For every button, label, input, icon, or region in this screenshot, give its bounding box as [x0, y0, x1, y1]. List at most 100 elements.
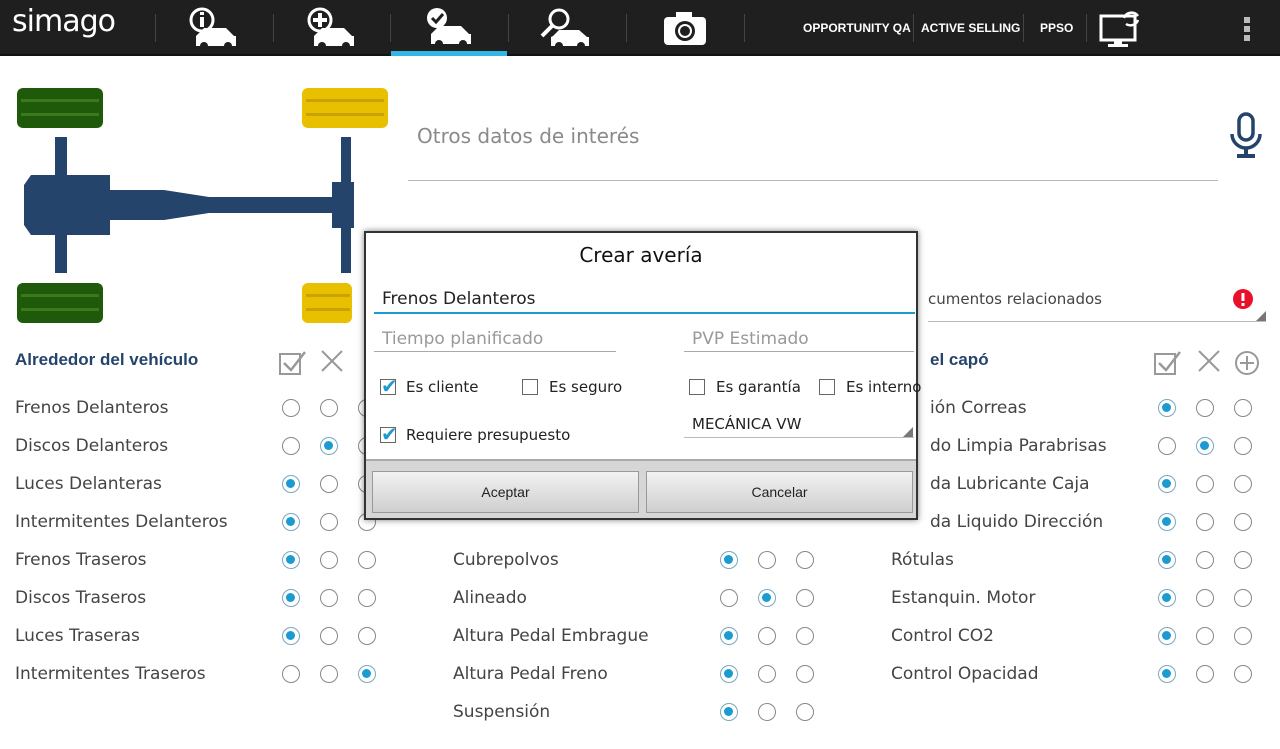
status-ko-radio[interactable] — [320, 437, 338, 455]
overflow-menu-button[interactable] — [1240, 16, 1254, 46]
tire-rear-right[interactable] — [302, 283, 352, 323]
mark-all-ko-button[interactable] — [1197, 350, 1221, 376]
status-ko-radio[interactable] — [1196, 551, 1214, 569]
checklist-item-label: Frenos Delanteros — [15, 398, 169, 418]
add-item-button[interactable] — [1234, 350, 1260, 380]
status-ko-radio[interactable] — [758, 665, 776, 683]
status-ok-radio[interactable] — [282, 589, 300, 607]
requiere-presupuesto-label: Requiere presupuesto — [406, 426, 571, 444]
status-ko-radio[interactable] — [1196, 475, 1214, 493]
status-ok-radio[interactable] — [1158, 551, 1176, 569]
status-ok-radio[interactable] — [282, 437, 300, 455]
tab-vehicle-check[interactable] — [391, 0, 507, 56]
status-na-radio[interactable] — [1234, 627, 1252, 645]
mark-all-ok-button[interactable] — [279, 350, 307, 380]
status-na-radio[interactable] — [358, 589, 376, 607]
status-na-radio[interactable] — [796, 665, 814, 683]
status-ko-radio[interactable] — [320, 475, 338, 493]
tab-vehicle-search[interactable] — [509, 0, 625, 56]
workshop-select[interactable]: MECÁNICA VW — [692, 415, 801, 433]
status-na-radio[interactable] — [358, 627, 376, 645]
status-ok-radio[interactable] — [1158, 437, 1176, 455]
top-bar: simago OPPORTUNITY QA ACTIVE SELLING PPS… — [0, 0, 1280, 56]
status-ko-radio[interactable] — [320, 589, 338, 607]
status-ko-radio[interactable] — [320, 551, 338, 569]
fault-name-input[interactable]: Frenos Delanteros — [382, 289, 536, 309]
status-ok-radio[interactable] — [282, 399, 300, 417]
status-ko-radio[interactable] — [1196, 513, 1214, 531]
status-ko-radio[interactable] — [1196, 627, 1214, 645]
status-ok-radio[interactable] — [1158, 399, 1176, 417]
status-ko-radio[interactable] — [758, 627, 776, 645]
related-docs-field[interactable]: cumentos relacionados — [928, 290, 1102, 308]
notes-field[interactable]: Otros datos de interés — [417, 124, 639, 148]
status-ko-radio[interactable] — [320, 513, 338, 531]
status-na-radio[interactable] — [796, 551, 814, 569]
status-ok-radio[interactable] — [282, 665, 300, 683]
status-na-radio[interactable] — [1234, 475, 1252, 493]
accept-button[interactable]: Aceptar — [372, 471, 639, 513]
link-ppso[interactable]: PPSO — [1040, 0, 1073, 56]
status-ok-radio[interactable] — [1158, 627, 1176, 645]
status-na-radio[interactable] — [1234, 589, 1252, 607]
status-ok-radio[interactable] — [720, 551, 738, 569]
status-na-radio[interactable] — [358, 665, 376, 683]
status-na-radio[interactable] — [1234, 399, 1252, 417]
status-ko-radio[interactable] — [320, 399, 338, 417]
status-ok-radio[interactable] — [282, 627, 300, 645]
es-interno-checkbox[interactable] — [819, 379, 835, 395]
status-na-radio[interactable] — [358, 551, 376, 569]
planned-time-input[interactable]: Tiempo planificado — [382, 329, 543, 349]
requiere-presupuesto-checkbox[interactable] — [380, 422, 398, 446]
tire-rear-left[interactable] — [17, 283, 103, 323]
status-ok-radio[interactable] — [1158, 475, 1176, 493]
es-seguro-checkbox[interactable] — [522, 379, 538, 395]
status-ok-radio[interactable] — [1158, 589, 1176, 607]
tab-vehicle-add[interactable] — [274, 0, 390, 56]
status-ok-radio[interactable] — [1158, 665, 1176, 683]
status-ko-radio[interactable] — [1196, 437, 1214, 455]
status-ko-radio[interactable] — [758, 551, 776, 569]
car-check-icon — [427, 7, 471, 48]
logo-text: simago — [12, 4, 116, 39]
status-na-radio[interactable] — [796, 627, 814, 645]
status-na-radio[interactable] — [1234, 551, 1252, 569]
link-opportunity-qa[interactable]: OPPORTUNITY QA — [803, 0, 911, 56]
mark-all-ko-button[interactable] — [320, 350, 344, 376]
tire-front-right[interactable] — [302, 88, 388, 128]
status-na-radio[interactable] — [1234, 665, 1252, 683]
status-ko-radio[interactable] — [1196, 665, 1214, 683]
status-ko-radio[interactable] — [1196, 589, 1214, 607]
app-logo[interactable]: simago — [12, 4, 116, 39]
status-na-radio[interactable] — [1234, 513, 1252, 531]
status-na-radio[interactable] — [796, 703, 814, 721]
status-na-radio[interactable] — [796, 589, 814, 607]
status-ko-radio[interactable] — [758, 703, 776, 721]
planned-time-underline — [374, 351, 616, 352]
es-cliente-checkbox[interactable] — [380, 374, 398, 398]
status-ok-radio[interactable] — [1158, 513, 1176, 531]
status-ko-radio[interactable] — [758, 589, 776, 607]
mark-all-ok-button[interactable] — [1154, 350, 1182, 380]
tab-vehicle-info[interactable] — [156, 0, 272, 56]
tire-front-left[interactable] — [17, 88, 103, 128]
link-active-selling[interactable]: ACTIVE SELLING — [921, 0, 1020, 56]
checklist-item-label: Control Opacidad — [891, 664, 1039, 684]
status-ko-radio[interactable] — [1196, 399, 1214, 417]
status-ok-radio[interactable] — [720, 665, 738, 683]
status-ok-radio[interactable] — [282, 475, 300, 493]
voice-input-button[interactable] — [1229, 112, 1263, 164]
status-ok-radio[interactable] — [282, 513, 300, 531]
status-ok-radio[interactable] — [282, 551, 300, 569]
tab-camera[interactable] — [627, 0, 743, 56]
status-ok-radio[interactable] — [720, 703, 738, 721]
es-garantia-checkbox[interactable] — [689, 379, 705, 395]
status-na-radio[interactable] — [1234, 437, 1252, 455]
status-ok-radio[interactable] — [720, 589, 738, 607]
status-ko-radio[interactable] — [320, 665, 338, 683]
sync-button[interactable] — [1098, 8, 1144, 52]
status-ko-radio[interactable] — [320, 627, 338, 645]
cancel-button[interactable]: Cancelar — [646, 471, 913, 513]
status-ok-radio[interactable] — [720, 627, 738, 645]
estimated-price-input[interactable]: PVP Estimado — [692, 329, 809, 349]
